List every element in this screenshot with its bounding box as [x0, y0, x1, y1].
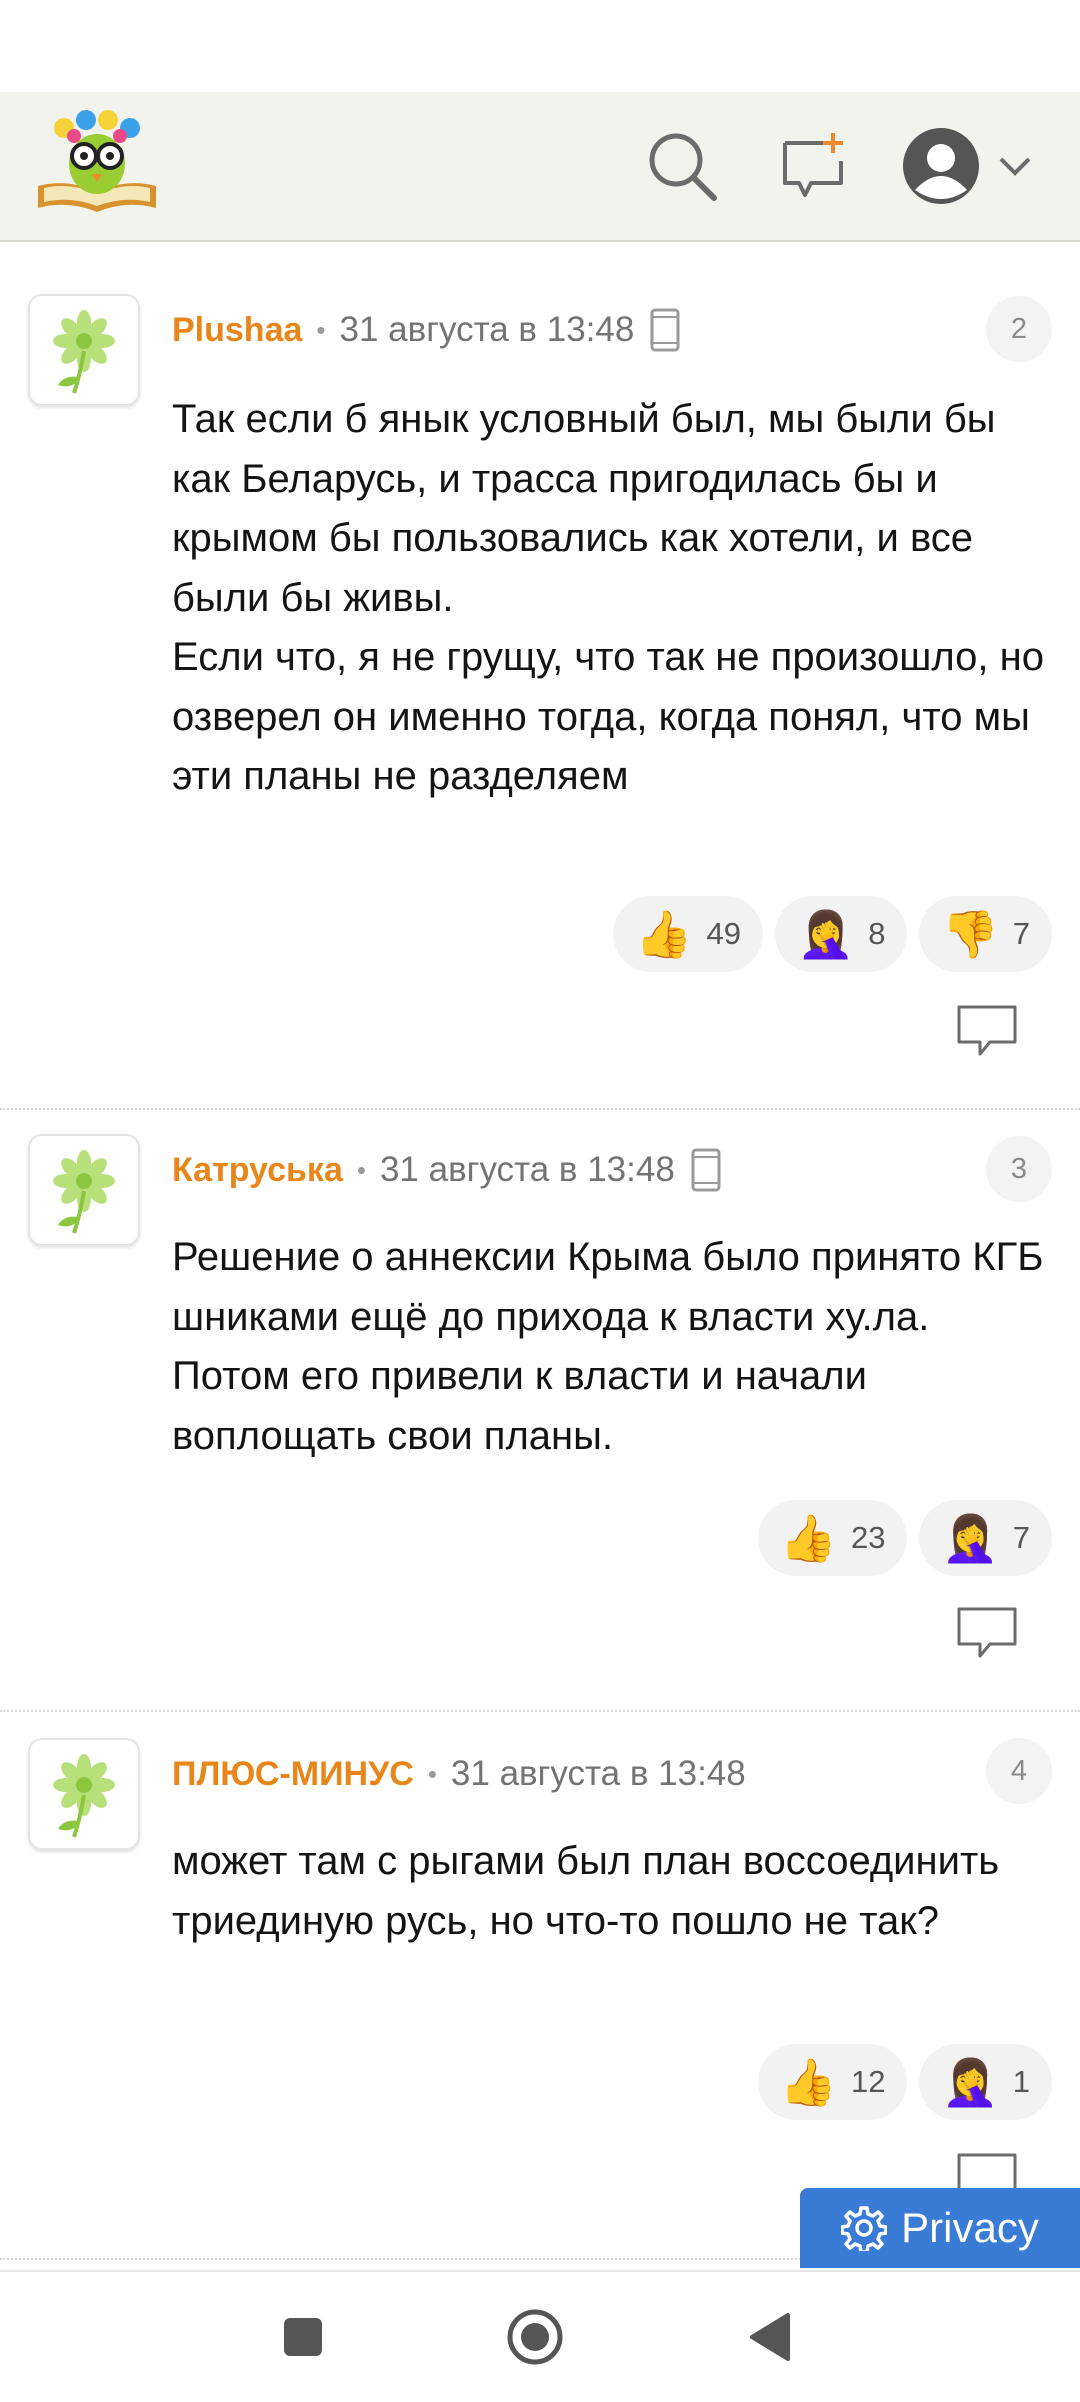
home-icon [507, 2309, 563, 2365]
comment-meta: ПЛЮС-МИНУС • 31 августа в 13:48 [172, 1750, 746, 1798]
reply-icon [957, 1607, 1017, 1658]
comment-author[interactable]: Plushaa [172, 311, 302, 350]
app-header [0, 92, 1080, 242]
back-icon [750, 2313, 790, 2361]
reply-icon [957, 1005, 1017, 1056]
thumbs-down-icon: 👎 [941, 908, 999, 960]
facepalm-icon: 🤦‍♀️ [941, 1512, 999, 1564]
thumbs-up-icon: 👍 [779, 2056, 837, 2108]
flower-avatar-icon [53, 1150, 115, 1234]
reactions-bar: 👍 23 🤦‍♀️ 7 [757, 1500, 1052, 1576]
avatar[interactable] [28, 294, 140, 406]
meta-separator: • [427, 1758, 437, 1789]
meta-separator: • [356, 1154, 366, 1185]
reply-button[interactable] [956, 1004, 1018, 1058]
reaction-count: 1 [1012, 2064, 1030, 2099]
phone-icon [650, 308, 680, 352]
comment-divider [0, 1710, 1080, 1712]
system-nav-bar [0, 2270, 1080, 2402]
comment-time: 31 августа в 13:48 [450, 1754, 746, 1793]
reaction-dislike-button[interactable]: 👎 7 [919, 896, 1052, 972]
comment-text: Решение о аннексии Крыма было принято КГ… [172, 1228, 1052, 1466]
recent-apps-button[interactable] [268, 2302, 338, 2372]
avatar[interactable] [28, 1134, 140, 1246]
comment-text: Так если б янык условный был, мы были бы… [172, 390, 1052, 807]
reaction-facepalm-button[interactable]: 🤦‍♀️ 1 [919, 2044, 1052, 2120]
privacy-label: Privacy [901, 2204, 1039, 2251]
reaction-like-button[interactable]: 👍 49 [613, 896, 763, 972]
comment-author[interactable]: ПЛЮС-МИНУС [172, 1755, 414, 1794]
flower-avatar-icon [53, 310, 115, 394]
owl-logo-icon [38, 110, 156, 212]
reaction-count: 12 [850, 2064, 886, 2099]
flower-avatar-icon [53, 1754, 115, 1838]
comment-paragraph: может там с рыгами был план воссоединить… [172, 1839, 1000, 1943]
back-button[interactable] [734, 2302, 804, 2372]
search-button[interactable] [642, 126, 722, 206]
thumbs-up-icon: 👍 [779, 1512, 837, 1564]
comment-number[interactable]: 2 [986, 296, 1052, 362]
comment-meta: Plushaa • 31 августа в 13:48 [172, 306, 680, 354]
comment-number[interactable]: 4 [986, 1738, 1052, 1804]
comment-meta: Катруська • 31 августа в 13:48 [172, 1146, 721, 1194]
facepalm-icon: 🤦‍♀️ [796, 908, 855, 960]
comment-number[interactable]: 3 [986, 1136, 1052, 1202]
avatar[interactable] [28, 1738, 140, 1850]
reaction-count: 49 [706, 916, 741, 951]
site-logo[interactable] [34, 108, 160, 218]
meta-separator: • [316, 314, 326, 345]
comment-author[interactable]: Катруська [172, 1151, 343, 1190]
comment-paragraph: Решение о аннексии Крыма было принято КГ… [172, 1235, 1044, 1458]
reactions-bar: 👍 12 🤦‍♀️ 1 [757, 2044, 1052, 2120]
new-message-icon [783, 133, 843, 197]
comment-divider [0, 1108, 1080, 1110]
thumbs-up-icon: 👍 [635, 908, 693, 960]
reaction-facepalm-button[interactable]: 🤦‍♀️ 8 [774, 896, 908, 972]
reaction-facepalm-button[interactable]: 🤦‍♀️ 7 [919, 1500, 1052, 1576]
reaction-count: 7 [1012, 1520, 1030, 1555]
phone-icon [691, 1148, 721, 1192]
new-post-button[interactable] [774, 126, 854, 206]
chevron-down-icon [999, 157, 1031, 176]
profile-menu-button[interactable] [898, 126, 1038, 206]
reaction-count: 8 [868, 916, 886, 951]
home-button[interactable] [500, 2302, 570, 2372]
search-icon [649, 133, 717, 201]
recent-apps-icon [284, 2318, 322, 2356]
user-avatar-icon [903, 128, 979, 204]
comment-text: может там с рыгами был план воссоединить… [172, 1832, 1052, 1951]
reaction-count: 7 [1012, 916, 1030, 951]
reaction-like-button[interactable]: 👍 23 [757, 1500, 908, 1576]
reaction-like-button[interactable]: 👍 12 [757, 2044, 908, 2120]
facepalm-icon: 🤦‍♀️ [941, 2056, 999, 2108]
reply-button[interactable] [956, 1606, 1018, 1660]
comment-time: 31 августа в 13:48 [339, 310, 635, 349]
privacy-button[interactable]: Privacy [800, 2188, 1080, 2268]
reactions-bar: 👍 49 🤦‍♀️ 8 👎 7 [613, 896, 1052, 972]
status-bar [0, 0, 1080, 92]
comment-time: 31 августа в 13:48 [379, 1150, 675, 1189]
reaction-count: 23 [850, 1520, 886, 1555]
comment-paragraph: Так если б янык условный был, мы были бы… [172, 397, 1044, 798]
gear-icon [841, 2206, 888, 2251]
